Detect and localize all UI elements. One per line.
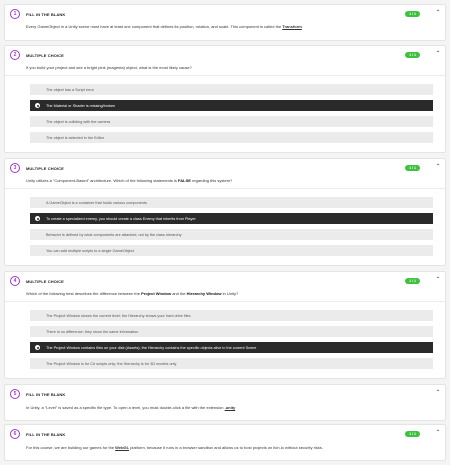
question-card-2: 2 MULTIPLE CHOICE 1 / 1 ⌃ If you build y…: [4, 45, 446, 153]
question-header[interactable]: 3 MULTIPLE CHOICE 1 / 1 ⌃: [5, 159, 445, 173]
answer-option-selected[interactable]: To create a specialized enemy, you shoul…: [30, 213, 433, 224]
question-card-5: 5 FILL IN THE BLANK ⌃ In Unity, a "Level…: [4, 384, 446, 421]
blank-answer: .unity: [224, 405, 236, 410]
question-header[interactable]: 5 FILL IN THE BLANK ⌃: [5, 385, 445, 399]
question-card-1: 1 FILL IN THE BLANK 1 / 1 ⌃ Every GameOb…: [4, 4, 446, 41]
blank-answer: Transform: [282, 24, 302, 29]
question-type: MULTIPLE CHOICE: [26, 278, 64, 284]
question-type: FILL IN THE BLANK: [26, 391, 66, 397]
option-label: A GameObject is a container that holds v…: [46, 200, 147, 205]
option-label: The Project Window is for C# scripts onl…: [46, 361, 177, 366]
radio-button[interactable]: [35, 200, 40, 205]
radio-button[interactable]: [35, 232, 40, 237]
score-badge: 1 / 1: [405, 164, 420, 171]
radio-button-selected[interactable]: [35, 345, 40, 350]
question-type: MULTIPLE CHOICE: [26, 165, 64, 171]
answer-option[interactable]: You can add multiple scripts to a single…: [30, 245, 433, 256]
question-number: 4: [10, 276, 20, 286]
radio-button[interactable]: [35, 313, 40, 318]
radio-button[interactable]: [35, 119, 40, 124]
chevron-up-icon[interactable]: ⌃: [434, 389, 442, 397]
option-label: You can add multiple scripts to a single…: [46, 248, 134, 253]
score-badge: 1 / 1: [405, 10, 420, 17]
answer-option[interactable]: The object is selected in the Editor: [30, 132, 433, 143]
option-label: The object is selected in the Editor: [46, 135, 105, 140]
answer-option[interactable]: The Project Window is for C# scripts onl…: [30, 358, 433, 369]
option-label: The Project Window contains files on you…: [46, 345, 257, 350]
question-header[interactable]: 1 FILL IN THE BLANK 1 / 1 ⌃: [5, 5, 445, 19]
divider: [5, 301, 445, 302]
question-text: If you build your project and see a brig…: [26, 65, 192, 70]
chevron-up-icon[interactable]: ⌃: [434, 9, 442, 17]
question-number: 3: [10, 163, 20, 173]
question-text: In Unity, a "Level" is saved as a specif…: [26, 405, 236, 410]
answer-option[interactable]: The object is colliding with the camera: [30, 116, 433, 127]
question-header[interactable]: 2 MULTIPLE CHOICE 1 / 1 ⌃: [5, 46, 445, 60]
question-type: FILL IN THE BLANK: [26, 11, 66, 17]
chevron-up-icon[interactable]: ⌃: [434, 429, 442, 437]
blank-answer: WebGL: [115, 445, 130, 450]
divider: [5, 188, 445, 189]
divider: [5, 75, 445, 76]
chevron-up-icon[interactable]: ⌃: [434, 163, 442, 171]
question-number: 5: [10, 389, 20, 399]
score-badge: 1 / 1: [405, 277, 420, 284]
question-text: Which of the following best describes th…: [26, 291, 239, 296]
answer-option[interactable]: Behavior is defined by what components a…: [30, 229, 433, 240]
question-card-3: 3 MULTIPLE CHOICE 1 / 1 ⌃ Unity utilizes…: [4, 158, 446, 266]
question-card-6: 6 FILL IN THE BLANK 1 / 1 ⌃ For this cou…: [4, 424, 446, 461]
answer-option[interactable]: The Project Window shows the current lev…: [30, 310, 433, 321]
question-number: 1: [10, 9, 20, 19]
question-number: 2: [10, 50, 20, 60]
radio-button[interactable]: [35, 87, 40, 92]
option-label: The object has a Script error: [46, 87, 94, 92]
option-label: The object is colliding with the camera: [46, 119, 111, 124]
chevron-up-icon[interactable]: ⌃: [434, 276, 442, 284]
question-text: For this course, we are building our gam…: [26, 445, 323, 450]
option-label: To create a specialized enemy, you shoul…: [46, 216, 196, 221]
option-label: The Material or Shader is missing/broken: [46, 103, 116, 108]
question-number: 6: [10, 429, 20, 439]
radio-button[interactable]: [35, 361, 40, 366]
option-label: Behavior is defined by what components a…: [46, 232, 182, 237]
question-text: Every GameObject in a Unity scene must h…: [26, 24, 303, 29]
question-text: Unity utilizes a "Component-Based" archi…: [26, 178, 233, 183]
answer-option-selected[interactable]: The Project Window contains files on you…: [30, 342, 433, 353]
option-label: The Project Window shows the current lev…: [46, 313, 191, 318]
radio-button[interactable]: [35, 248, 40, 253]
radio-button[interactable]: [35, 135, 40, 140]
question-type: MULTIPLE CHOICE: [26, 52, 64, 58]
question-header[interactable]: 4 MULTIPLE CHOICE 1 / 1 ⌃: [5, 272, 445, 286]
question-type: FILL IN THE BLANK: [26, 431, 66, 437]
answer-option[interactable]: A GameObject is a container that holds v…: [30, 197, 433, 208]
answer-option[interactable]: The object has a Script error: [30, 84, 433, 95]
radio-button-selected[interactable]: [35, 216, 40, 221]
answer-option[interactable]: There is no difference; they show the sa…: [30, 326, 433, 337]
question-header[interactable]: 6 FILL IN THE BLANK 1 / 1 ⌃: [5, 425, 445, 439]
radio-button[interactable]: [35, 329, 40, 334]
radio-button-selected[interactable]: [35, 103, 40, 108]
chevron-up-icon[interactable]: ⌃: [434, 50, 442, 58]
answer-option-selected[interactable]: The Material or Shader is missing/broken: [30, 100, 433, 111]
option-label: There is no difference; they show the sa…: [46, 329, 139, 334]
question-card-4: 4 MULTIPLE CHOICE 1 / 1 ⌃ Which of the f…: [4, 271, 446, 379]
score-badge: 1 / 1: [405, 51, 420, 58]
score-badge: 1 / 1: [405, 430, 420, 437]
